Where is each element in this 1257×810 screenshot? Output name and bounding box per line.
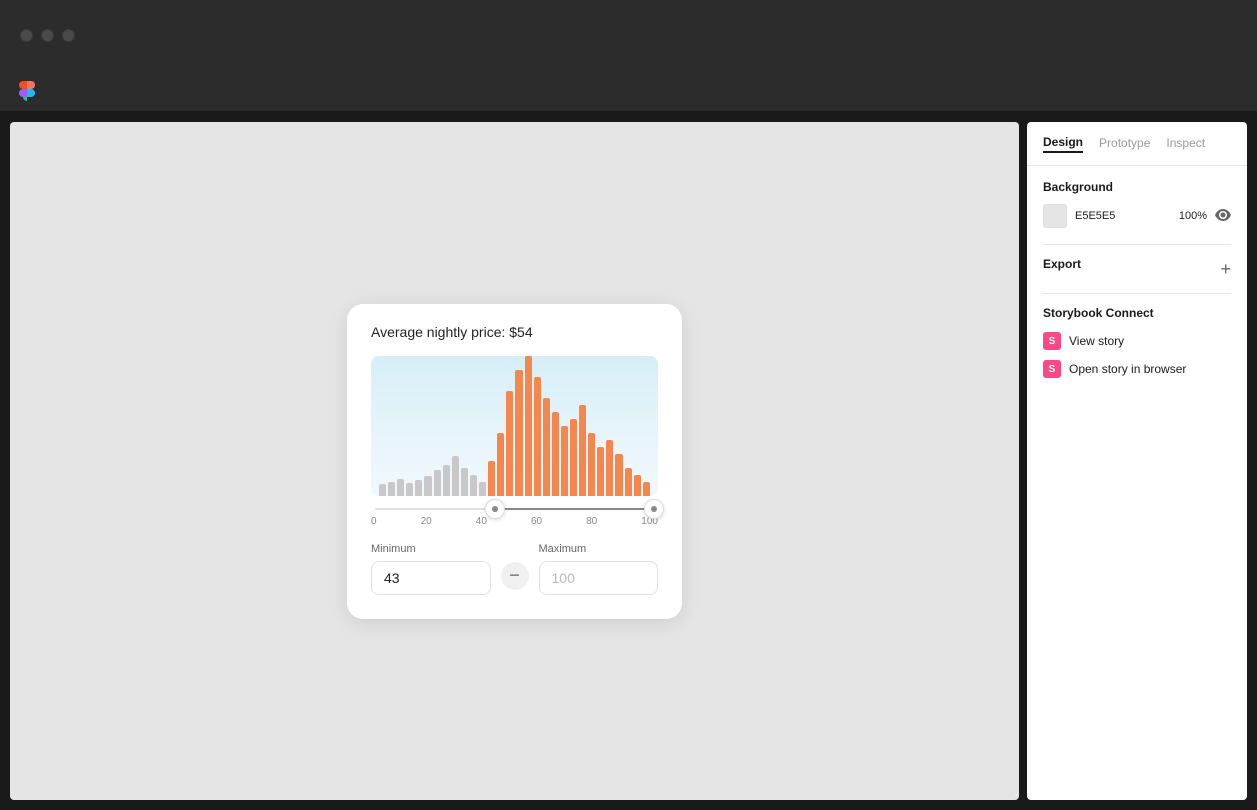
histogram	[371, 356, 658, 496]
histogram-bar	[579, 405, 586, 496]
color-opacity: 100%	[1179, 210, 1207, 222]
tick-60: 60	[531, 516, 542, 527]
histogram-bar	[561, 426, 568, 496]
widget-title: Average nightly price: $54	[371, 324, 658, 340]
tick-0: 0	[371, 516, 377, 527]
minimize-button[interactable]	[41, 29, 54, 42]
min-input-group: Minimum	[371, 543, 491, 595]
min-label: Minimum	[371, 543, 491, 555]
histogram-bar	[406, 483, 413, 496]
color-hex: E5E5E5	[1075, 210, 1171, 222]
minus-button[interactable]: −	[501, 562, 529, 590]
right-panel: Design Prototype Inspect Background E5E5…	[1027, 122, 1247, 800]
histogram-bar	[588, 433, 595, 496]
background-title: Background	[1043, 180, 1231, 194]
divider-1	[1043, 244, 1231, 245]
export-row: Export +	[1043, 257, 1231, 281]
histogram-bar	[461, 468, 468, 496]
toolbar	[0, 70, 1257, 112]
histogram-bar	[506, 391, 513, 496]
histogram-bar	[606, 440, 613, 496]
max-label: Maximum	[539, 543, 659, 555]
widget-card: Average nightly price: $54	[347, 304, 682, 619]
storybook-title: Storybook Connect	[1043, 306, 1231, 320]
histogram-bar	[379, 484, 386, 495]
storybook-item-browser[interactable]: S Open story in browser	[1043, 360, 1231, 378]
color-swatch[interactable]	[1043, 204, 1067, 228]
thumb-right[interactable]	[644, 499, 664, 519]
storybook-open-browser: Open story in browser	[1069, 362, 1186, 376]
histogram-bar	[543, 398, 550, 496]
tick-80: 80	[586, 516, 597, 527]
histogram-bar	[643, 482, 650, 496]
thumb-inner-right	[651, 506, 657, 512]
histogram-bar	[625, 468, 632, 496]
histogram-bar	[634, 475, 641, 496]
thumb-left[interactable]	[485, 499, 505, 519]
histogram-bar	[424, 476, 431, 496]
histogram-bar	[452, 456, 459, 495]
panel-content: Background E5E5E5 100% Export + Storyboo	[1027, 166, 1247, 800]
tab-design[interactable]: Design	[1043, 135, 1083, 153]
histogram-bar	[615, 454, 622, 496]
tab-inspect[interactable]: Inspect	[1166, 136, 1205, 152]
histogram-bar	[470, 475, 477, 496]
storybook-badge-2: S	[1043, 360, 1061, 378]
min-input[interactable]	[371, 561, 491, 595]
histogram-bar	[552, 412, 559, 496]
export-title: Export	[1043, 257, 1081, 271]
max-input-group: Maximum	[539, 543, 659, 595]
range-track	[375, 508, 654, 510]
range-slider[interactable]: 0 20 40 60 80 100	[371, 508, 658, 527]
histogram-bar	[570, 419, 577, 496]
storybook-item-view[interactable]: S View story	[1043, 332, 1231, 350]
figma-logo[interactable]	[16, 80, 38, 102]
tick-40: 40	[476, 516, 487, 527]
range-fill-active	[495, 508, 654, 510]
panel-tabs: Design Prototype Inspect	[1027, 122, 1247, 166]
histogram-bar	[415, 480, 422, 495]
maximize-button[interactable]	[62, 29, 75, 42]
tick-20: 20	[421, 516, 432, 527]
histogram-bar	[479, 482, 486, 496]
histogram-bar	[525, 356, 532, 496]
tab-prototype[interactable]: Prototype	[1099, 136, 1150, 152]
histogram-bar	[534, 377, 541, 496]
range-ticks: 0 20 40 60 80 100	[371, 516, 658, 527]
chart-area	[371, 356, 658, 496]
canvas-area[interactable]: Average nightly price: $54	[10, 122, 1019, 800]
thumb-inner-left	[492, 506, 498, 512]
histogram-bar	[388, 482, 395, 496]
storybook-badge-1: S	[1043, 332, 1061, 350]
titlebar	[0, 0, 1257, 70]
max-input[interactable]	[539, 561, 659, 595]
histogram-bar	[597, 447, 604, 496]
histogram-bar	[434, 470, 441, 495]
histogram-bar	[397, 479, 404, 496]
close-button[interactable]	[20, 29, 33, 42]
storybook-view-story: View story	[1069, 334, 1124, 348]
add-export-icon[interactable]: +	[1220, 259, 1231, 280]
inputs-row: Minimum − Maximum	[371, 543, 658, 595]
divider-2	[1043, 293, 1231, 294]
histogram-bar	[443, 465, 450, 496]
histogram-bar	[488, 461, 495, 496]
histogram-bar	[515, 370, 522, 496]
main-container: Average nightly price: $54	[0, 112, 1257, 810]
histogram-bar	[497, 433, 504, 496]
background-row: E5E5E5 100%	[1043, 204, 1231, 228]
eye-icon[interactable]	[1215, 209, 1231, 224]
